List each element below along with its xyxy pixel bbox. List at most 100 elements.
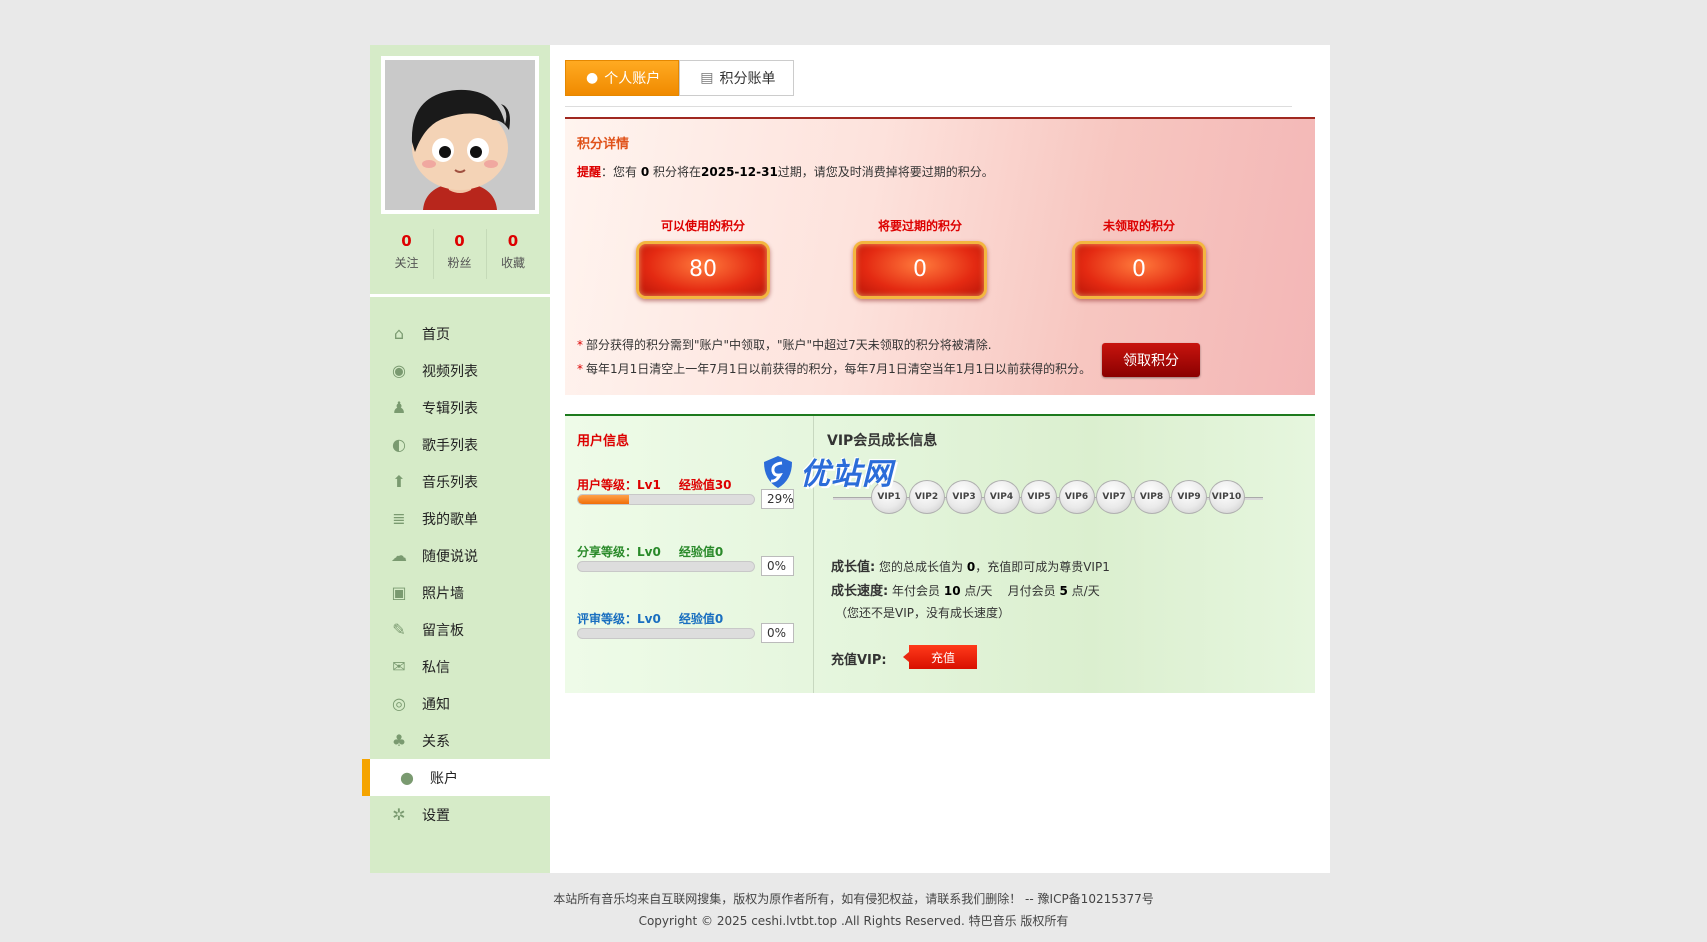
avatar[interactable] [385, 60, 535, 210]
sidebar-item[interactable]: ▣ 照片墙 [370, 574, 550, 611]
sidebar-item-label: 音乐列表 [422, 474, 478, 491]
info-panel: 用户信息 用户等级：Lv1 经验值30 29% 分享等级：Lv0 经验值0 0% 评… [565, 414, 1315, 693]
recharge-row: 充值VIP: [831, 649, 887, 668]
speed-monthly: 5 [1059, 584, 1068, 598]
stat-value: 0 [507, 232, 519, 250]
vip-level-badge: VIP5 [1021, 480, 1057, 514]
sidebar-item-label: 设置 [422, 807, 450, 824]
reminder-text: 积分将在 [649, 165, 702, 179]
vip-level-badge: VIP3 [946, 480, 982, 514]
sidebar-item-label: 留言板 [422, 622, 464, 639]
recharge-button[interactable]: 充值 [903, 645, 977, 669]
sidebar-item-label: 关系 [422, 733, 450, 750]
claim-points-button[interactable]: 领取积分 [1102, 343, 1200, 377]
growth-text: 您的总成长值为 [875, 560, 967, 574]
vip-level-badge: VIP4 [983, 480, 1020, 514]
review-level-percent: 0% [761, 623, 794, 643]
speed-label: 成长速度: [831, 584, 889, 599]
growth-label: 成长值: [831, 560, 876, 575]
tab-bar: ● 个人账户 ▤ 积分账单 [565, 60, 795, 96]
share-level-percent: 0% [761, 556, 794, 576]
reminder-count: 0 [640, 165, 650, 179]
users-icon: ♣ [391, 731, 407, 750]
gear-icon: ✲ [392, 805, 406, 824]
tab-label: 个人账户 [604, 71, 661, 87]
points-panel: 积分详情 提醒：您有 0 积分将在2025-12-31过期，请您及时消费掉将要过… [565, 117, 1315, 395]
home-icon: ⌂ [393, 324, 405, 343]
points-box-value: 0 [1072, 241, 1215, 304]
growth-value-row: 成长值: 您的总成长值为 0，充值即可成为尊贵VIP1 [831, 556, 1110, 575]
sidebar-item-label: 照片墙 [422, 585, 464, 602]
sidebar-item-label: 首页 [422, 326, 450, 343]
tab-underline [565, 106, 1292, 107]
points-box-title: 未领取的积分 [1102, 219, 1175, 233]
sidebar-item-label: 专辑列表 [422, 400, 478, 417]
reminder-label: 提醒 [577, 165, 602, 179]
sidebar-item[interactable]: ♟ 专辑列表 [370, 389, 550, 426]
sidebar-item-label: 歌手列表 [422, 437, 478, 454]
stat-label: 关注 [394, 256, 419, 270]
user-level-bar [577, 494, 755, 505]
sidebar-item[interactable]: ● 账户 [362, 759, 550, 796]
footer-disclaimer: 本站所有音乐均来自互联网搜集，版权为原作者所有，如有侵犯权益，请联系我们删除！ … [553, 892, 1154, 906]
vip-level-badge: VIP2 [908, 480, 945, 514]
stat-label: 粉丝 [447, 256, 472, 270]
points-notes: * 部分获得的积分需到"账户"中领取，"账户"中超过7天未领取的积分将被清除. *… [577, 333, 1091, 381]
stat-following[interactable]: 0 关注 [381, 229, 434, 279]
level-exp: 经验值0 [678, 612, 724, 626]
level-label: 分享等级：Lv0 [577, 545, 661, 559]
share-level: 分享等级：Lv0 经验值0 [577, 543, 723, 560]
vip-level-badge: VIP8 [1133, 480, 1170, 514]
sidebar-item[interactable]: ◉ 视频列表 [370, 352, 550, 389]
speed-yearly: 10 [943, 584, 961, 598]
sidebar-item[interactable]: ⌂ 首页 [370, 315, 550, 352]
sidebar-divider [370, 294, 550, 297]
pacman-icon: ◐ [392, 435, 406, 454]
stat-value: 0 [401, 232, 412, 250]
eye-icon: ◉ [392, 361, 406, 380]
mail-icon: ✉ [392, 657, 406, 676]
sidebar-item[interactable]: ♣ 关系 [370, 722, 550, 759]
speed-note: （您还不是VIP，没有成长速度） [835, 606, 1010, 620]
stat-value: 0 [454, 232, 465, 250]
reminder-date: 2025-12-31 [701, 165, 778, 179]
avatar-frame [381, 56, 539, 214]
sidebar-item[interactable]: ◎ 通知 [370, 685, 550, 722]
points-box-title: 将要过期的积分 [877, 219, 962, 233]
sidebar-item[interactable]: ≣ 我的歌单 [370, 500, 550, 537]
sidebar-item-label: 私信 [422, 659, 450, 676]
review-level-bar [577, 628, 755, 639]
tab-points-bill[interactable]: ▤ 积分账单 [679, 60, 795, 96]
sidebar-item[interactable]: ⬆ 音乐列表 [370, 463, 550, 500]
group-icon: ♟ [391, 398, 407, 417]
points-box-value: 0 [853, 241, 996, 304]
growth-speed-row: 成长速度: 年付会员 10 点/天 月付会员 5 点/天 [831, 580, 1100, 599]
watermark-text: 优站网 [800, 457, 893, 492]
points-box-usable: 可以使用的积分 80 [628, 217, 779, 304]
sidebar-item[interactable]: ✉ 私信 [370, 648, 550, 685]
watermark-logo: 优站网 [760, 449, 893, 493]
profile-stats: 0 关注 0 粉丝 0 收藏 [370, 229, 550, 279]
sidebar-item[interactable]: ◐ 歌手列表 [370, 426, 550, 463]
tab-personal-account[interactable]: ● 个人账户 [565, 60, 680, 96]
points-box-title: 可以使用的积分 [660, 219, 745, 233]
note-icon: ✎ [392, 620, 406, 639]
user-icon: ● [400, 768, 414, 787]
vip-level-badge: VIP9 [1171, 480, 1207, 514]
review-level: 评审等级：Lv0 经验值0 [577, 610, 723, 627]
reminder-text: ：您有 [601, 165, 641, 179]
sidebar-item[interactable]: ✲ 设置 [370, 796, 550, 833]
stat-followers[interactable]: 0 粉丝 [434, 229, 487, 279]
sidebar-item-label: 通知 [422, 696, 450, 713]
speed-text: 点/天 月付会员 [960, 584, 1060, 598]
points-box-unclaimed: 未领取的积分 0 [1064, 217, 1215, 304]
note-text: 每年1月1日清空上一年7月1日以前获得的积分，每年7月1日清空当年1月1日以前获… [586, 362, 1092, 376]
note-item: * 每年1月1日清空上一年7月1日以前获得的积分，每年7月1日清空当年1月1日以前… [577, 362, 1092, 376]
note-item: * 部分获得的积分需到"账户"中领取，"账户"中超过7天未领取的积分将被清除. [577, 338, 992, 352]
points-reminder: 提醒：您有 0 积分将在2025-12-31过期，请您及时消费掉将要过期的积分。 [577, 163, 994, 180]
chat-icon: ☁ [391, 546, 407, 565]
level-label: 评审等级：Lv0 [577, 612, 661, 626]
stat-favorites[interactable]: 0 收藏 [487, 229, 540, 279]
sidebar-item[interactable]: ✎ 留言板 [370, 611, 550, 648]
sidebar-item[interactable]: ☁ 随便说说 [370, 537, 550, 574]
